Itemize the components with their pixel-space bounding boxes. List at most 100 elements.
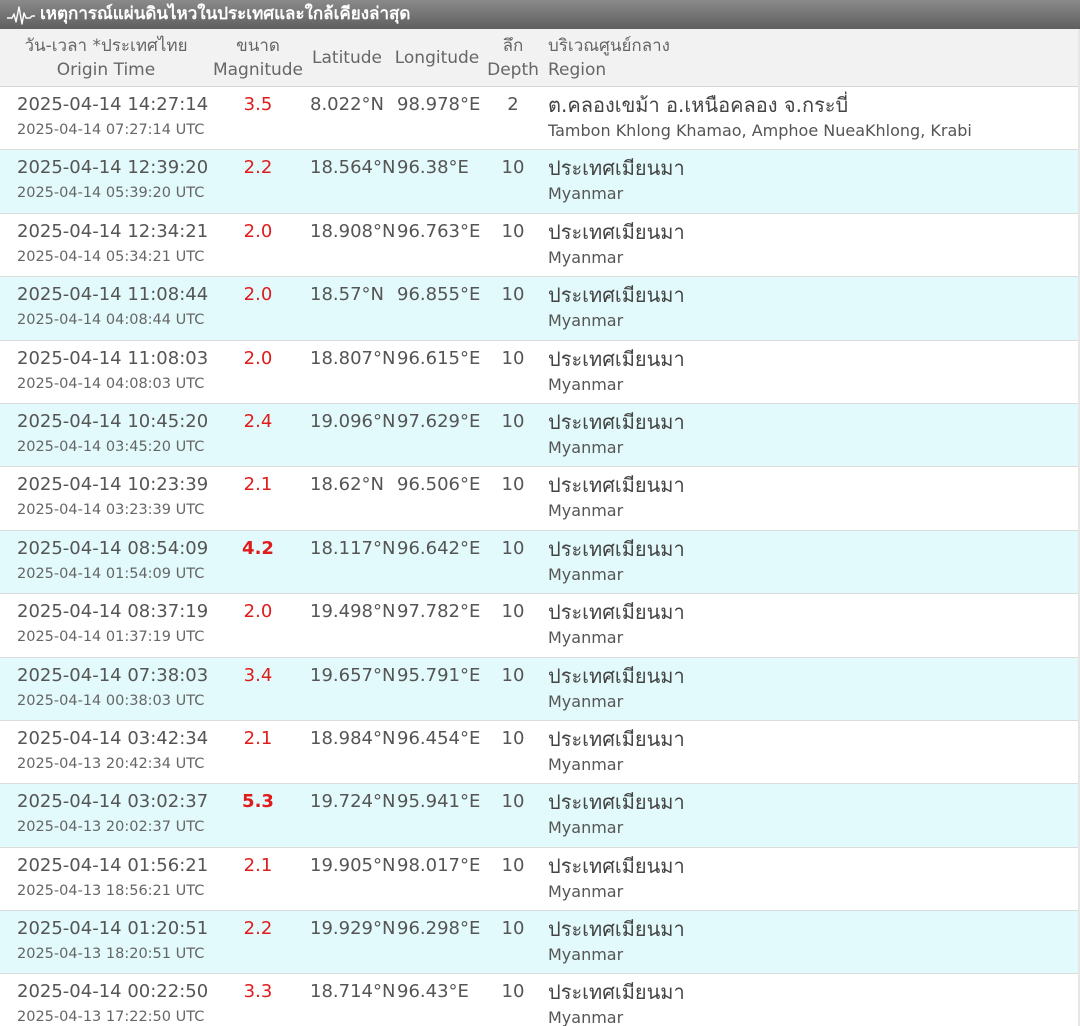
event-depth: 10 <box>501 664 525 686</box>
event-region-english: Myanmar <box>548 818 624 838</box>
event-region-thai: ประเทศเมียนมา <box>548 980 685 1005</box>
event-local-time: 2025-04-14 01:56:21 <box>17 854 209 876</box>
event-longitude: 96.298°E <box>397 918 481 940</box>
column-header-depth[interactable]: ลึก Depth <box>484 29 542 87</box>
event-region-thai: ประเทศเมียนมา <box>548 409 685 434</box>
event-magnitude: 2.0 <box>243 601 273 623</box>
event-magnitude: 2.1 <box>243 727 273 749</box>
event-latitude: 19.657°N <box>310 664 396 686</box>
event-depth: 2 <box>507 94 519 115</box>
event-region-english: Myanmar <box>548 945 624 965</box>
event-region-thai: ประเทศเมียนมา <box>548 917 685 942</box>
event-utc-time: 2025-04-14 01:54:09 UTC <box>17 565 205 582</box>
table-row[interactable]: 2025-04-14 01:20:51 2025-04-13 18:20:51 U… <box>0 911 1080 975</box>
event-depth: 10 <box>501 854 525 876</box>
event-magnitude: 3.4 <box>243 664 273 686</box>
column-header-region-en: Region <box>548 60 607 80</box>
event-utc-time: 2025-04-14 07:27:14 UTC <box>17 122 205 138</box>
event-region-english: Myanmar <box>548 311 624 331</box>
table-row[interactable]: 2025-04-14 08:37:19 2025-04-14 01:37:19 U… <box>0 594 1080 658</box>
event-latitude: 18.564°N <box>310 157 396 179</box>
event-region-english: Myanmar <box>548 564 624 584</box>
column-header-magnitude-en: Magnitude <box>212 60 304 80</box>
event-latitude: 18.908°N <box>310 220 396 242</box>
event-longitude: 96.855°E <box>397 284 481 306</box>
column-header-region[interactable]: บริเวณศูนย์กลาง Region <box>548 29 1068 87</box>
event-local-time: 2025-04-14 11:08:44 <box>17 284 209 306</box>
column-header-magnitude[interactable]: ขนาด Magnitude <box>212 29 304 87</box>
table-row[interactable]: 2025-04-14 11:08:44 2025-04-14 04:08:44 U… <box>0 277 1080 341</box>
event-region-thai: ประเทศเมียนมา <box>548 346 685 371</box>
event-longitude: 95.941°E <box>397 791 481 813</box>
section-title: เหตุการณ์แผ่นดินไหวในประเทศและใกล้เคียงล… <box>40 4 411 24</box>
event-depth: 10 <box>501 347 525 369</box>
event-region-thai: ประเทศเมียนมา <box>548 283 685 308</box>
event-table-body: 2025-04-14 14:27:14 2025-04-14 07:27:14 U… <box>0 87 1080 1026</box>
event-local-time: 2025-04-14 03:42:34 <box>17 727 209 749</box>
column-header-latitude-label: Latitude <box>312 48 382 68</box>
column-header-latitude[interactable]: Latitude <box>304 29 390 87</box>
event-region-thai: ประเทศเมียนมา <box>548 156 685 181</box>
event-local-time: 2025-04-14 08:54:09 <box>17 537 209 559</box>
event-depth: 10 <box>501 284 525 306</box>
event-utc-time: 2025-04-13 18:20:51 UTC <box>17 946 205 963</box>
column-header-longitude[interactable]: Longitude <box>390 29 484 87</box>
column-header-depth-th: ลึก <box>502 36 524 56</box>
event-utc-time: 2025-04-14 01:37:19 UTC <box>17 629 205 646</box>
table-row[interactable]: 2025-04-14 11:08:03 2025-04-14 04:08:03 U… <box>0 341 1080 404</box>
event-utc-time: 2025-04-13 18:56:21 UTC <box>17 882 205 899</box>
event-longitude: 96.43°E <box>397 981 469 1003</box>
event-latitude: 19.724°N <box>310 791 396 813</box>
event-region-thai: ประเทศเมียนมา <box>548 853 685 878</box>
event-local-time: 2025-04-14 14:27:14 <box>17 94 209 115</box>
seismograph-icon <box>7 5 35 25</box>
event-depth: 10 <box>501 601 525 623</box>
event-local-time: 2025-04-14 10:45:20 <box>17 410 209 432</box>
event-utc-time: 2025-04-14 05:39:20 UTC <box>17 185 205 202</box>
table-row[interactable]: 2025-04-14 12:34:21 2025-04-14 05:34:21 U… <box>0 214 1080 278</box>
event-latitude: 19.929°N <box>310 918 396 940</box>
event-magnitude: 2.1 <box>243 854 273 876</box>
event-region-english: Myanmar <box>548 184 624 204</box>
event-local-time: 2025-04-14 10:23:39 <box>17 474 209 496</box>
event-region-english: Myanmar <box>548 501 624 521</box>
event-utc-time: 2025-04-13 20:02:37 UTC <box>17 819 205 836</box>
event-region-thai: ประเทศเมียนมา <box>548 600 685 625</box>
table-row[interactable]: 2025-04-14 03:02:37 2025-04-13 20:02:37 U… <box>0 784 1080 848</box>
event-longitude: 98.017°E <box>397 854 481 876</box>
table-row[interactable]: 2025-04-14 01:56:21 2025-04-13 18:56:21 U… <box>0 848 1080 912</box>
event-latitude: 19.905°N <box>310 854 396 876</box>
event-region-english: Tambon Khlong Khamao, Amphoe NueaKhlong,… <box>548 121 972 140</box>
event-longitude: 96.763°E <box>397 220 481 242</box>
event-magnitude: 3.3 <box>243 981 273 1003</box>
column-header-time[interactable]: วัน-เวลา *ประเทศไทย Origin Time <box>0 29 212 87</box>
event-latitude: 18.62°N <box>310 474 384 496</box>
table-row[interactable]: 2025-04-14 07:38:03 2025-04-14 00:38:03 U… <box>0 657 1080 721</box>
table-row[interactable]: 2025-04-14 14:27:14 2025-04-14 07:27:14 U… <box>0 87 1080 151</box>
event-region-english: Myanmar <box>548 374 624 394</box>
event-latitude: 18.807°N <box>310 347 396 369</box>
event-longitude: 95.791°E <box>397 664 481 686</box>
event-local-time: 2025-04-14 11:08:03 <box>17 347 209 369</box>
event-region-thai: ประเทศเมียนมา <box>548 473 685 498</box>
event-depth: 10 <box>501 727 525 749</box>
column-header-magnitude-th: ขนาด <box>236 36 280 56</box>
event-depth: 10 <box>501 220 525 242</box>
event-latitude: 19.498°N <box>310 601 396 623</box>
table-row[interactable]: 2025-04-14 12:39:20 2025-04-14 05:39:20 U… <box>0 150 1080 214</box>
table-row[interactable]: 2025-04-14 00:22:50 2025-04-13 17:22:50 U… <box>0 974 1080 1026</box>
event-utc-time: 2025-04-14 03:23:39 UTC <box>17 502 205 519</box>
event-latitude: 18.984°N <box>310 727 396 749</box>
column-header-longitude-label: Longitude <box>394 48 480 68</box>
event-depth: 10 <box>501 474 525 496</box>
table-row[interactable]: 2025-04-14 03:42:34 2025-04-13 20:42:34 U… <box>0 721 1080 785</box>
event-depth: 10 <box>501 410 525 432</box>
table-row[interactable]: 2025-04-14 10:23:39 2025-04-14 03:23:39 U… <box>0 467 1080 531</box>
event-region-thai: ประเทศเมียนมา <box>548 663 685 688</box>
table-header: วัน-เวลา *ประเทศไทย Origin Time ขนาด Mag… <box>0 29 1080 87</box>
event-magnitude: 2.2 <box>243 157 273 179</box>
event-depth: 10 <box>501 791 525 813</box>
table-row[interactable]: 2025-04-14 08:54:09 2025-04-14 01:54:09 U… <box>0 530 1080 595</box>
table-row[interactable]: 2025-04-14 10:45:20 2025-04-14 03:45:20 U… <box>0 403 1080 468</box>
event-magnitude: 4.2 <box>242 537 274 559</box>
